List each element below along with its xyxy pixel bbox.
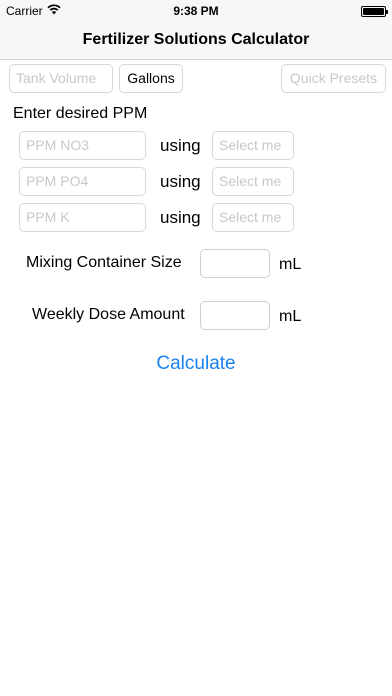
weekly-dose-input[interactable]	[200, 301, 270, 330]
quick-presets-button[interactable]: Quick Presets	[281, 64, 386, 93]
ppm-k-input[interactable]: PPM K	[19, 203, 146, 232]
mixing-container-label: Mixing Container Size	[26, 254, 182, 271]
weekly-dose-label: Weekly Dose Amount	[32, 306, 185, 323]
battery-icon	[361, 6, 388, 17]
navigation-bar: Fertilizer Solutions Calculator	[0, 22, 392, 60]
mixing-container-input[interactable]	[200, 249, 270, 278]
no3-source-select[interactable]: Select me	[212, 131, 294, 160]
ppm-no3-input[interactable]: PPM NO3	[19, 131, 146, 160]
ppm-po4-input[interactable]: PPM PO4	[19, 167, 146, 196]
status-bar: Carrier 9:38 PM	[0, 0, 392, 22]
k-source-select[interactable]: Select me	[212, 203, 294, 232]
ppm-heading: Enter desired PPM	[13, 105, 148, 122]
mixing-unit-label: mL	[279, 256, 302, 273]
using-label: using	[160, 136, 201, 155]
units-selector-button[interactable]: Gallons	[119, 64, 183, 93]
calculate-button[interactable]: Calculate	[0, 353, 392, 375]
tank-volume-input[interactable]: Tank Volume	[9, 64, 113, 93]
page-title: Fertilizer Solutions Calculator	[82, 31, 310, 48]
using-label: using	[160, 208, 201, 227]
clock: 9:38 PM	[173, 4, 219, 18]
using-label: using	[160, 172, 201, 191]
po4-source-select[interactable]: Select me	[212, 167, 294, 196]
weekly-unit-label: mL	[279, 308, 302, 325]
